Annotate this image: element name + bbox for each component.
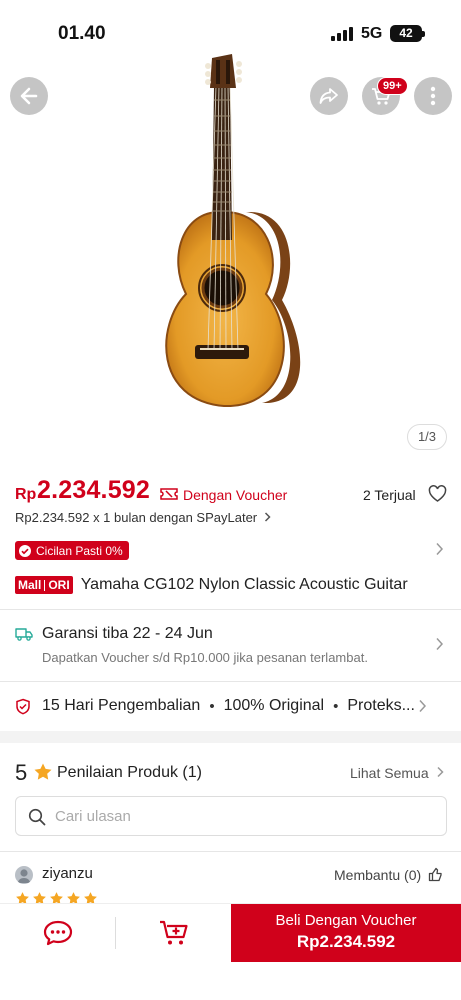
reviews-title-text: Penilaian Produk [57,764,178,781]
guarantee-returns: 15 Hari Pengembalian [42,697,201,714]
divider [0,851,461,852]
chat-icon [43,920,72,946]
reviews-header: 5 Penilaian Produk (1) Lihat Semua [15,760,447,786]
truck-icon [15,628,33,641]
divider [0,681,461,682]
star-icon [34,763,52,780]
guarantee-original: 100% Original [223,697,325,714]
guarantee-protection: Proteks... [347,697,415,714]
divider [0,609,461,610]
mall-ori-badge: Mall ORI [15,576,73,594]
chevron-right-icon[interactable] [435,542,444,556]
guitar-image [165,54,301,408]
add-to-cart-button[interactable] [116,904,231,962]
see-all-link[interactable]: Lihat Semua [350,765,444,781]
mall-label: Mall [18,578,42,592]
bullet-separator: • [209,697,215,715]
spaylater-row[interactable]: Rp2.234.592 x 1 bulan dengan SPayLater [15,510,271,525]
image-counter: 1/3 [407,424,447,450]
product-title-row: Mall ORI Yamaha CG102 Nylon Classic Acou… [15,576,455,594]
buy-with-voucher-button[interactable]: Beli Dengan Voucher Rp2.234.592 [231,904,461,962]
thumbs-up-icon [428,867,442,882]
price-row: Rp 2.234.592 Dengan Voucher 2 Terjual [15,474,447,508]
bottom-action-bar: Beli Dengan Voucher Rp2.234.592 [0,903,461,962]
buy-button-price: Rp2.234.592 [296,932,396,951]
review-item: ziyanzu Membantu (0) [15,864,447,905]
chat-button[interactable] [0,904,115,962]
chevron-right-icon [264,512,271,522]
reviews-count: (1) [182,764,202,781]
cicilan-badge[interactable]: Cicilan Pasti 0% [15,541,129,560]
shipping-row[interactable]: Garansi tiba 22 - 24 Jun Dapatkan Vouche… [15,622,455,672]
buy-button-label: Beli Dengan Voucher [275,912,417,929]
more-vertical-icon [430,86,436,106]
price-currency: Rp [15,486,37,503]
see-all-label: Lihat Semua [350,765,429,781]
user-avatar-icon [17,869,31,883]
bullet-separator: • [333,697,339,715]
badge-separator [44,579,46,591]
heart-icon[interactable] [428,485,447,503]
share-icon [319,88,338,104]
cicilan-label: Cicilan Pasti 0% [36,543,123,558]
reviews-title: Penilaian Produk (1) [57,764,202,782]
voucher-icon [160,488,178,500]
shield-icon [16,698,30,714]
helpful-button[interactable]: Membantu (0) [334,867,443,883]
helpful-label: Membantu (0) [334,867,422,883]
search-icon [28,808,46,826]
back-button[interactable] [10,77,48,115]
sold-count: 2 Terjual [363,487,416,503]
guarantee-row[interactable]: 15 Hari Pengembalian • 100% Original • P… [15,694,455,718]
share-button[interactable] [310,77,348,115]
more-button[interactable] [414,77,452,115]
chevron-right-icon [436,766,444,778]
spaylater-text: Rp2.234.592 x 1 bulan dengan SPayLater [15,510,258,525]
avatar [15,866,33,884]
add-to-cart-icon [159,920,188,945]
rating-value: 5 [15,760,28,785]
arrow-left-icon [20,87,38,105]
reviewer-name: ziyanzu [42,865,93,882]
cart-badge: 99+ [377,77,408,95]
review-search-input[interactable] [55,797,435,835]
chevron-right-icon [436,637,444,651]
price-amount: 2.234.592 [37,476,151,504]
chevron-right-icon [419,699,426,713]
shipping-title: Garansi tiba 22 - 24 Jun [42,625,213,642]
product-title: Yamaha CG102 Nylon Classic Acoustic Guit… [80,576,408,593]
review-search[interactable] [15,796,447,836]
product-image-gallery[interactable]: 99+ 1/3 [0,0,461,460]
ori-label: ORI [48,578,70,592]
shipping-subtitle: Dapatkan Voucher s/d Rp10.000 jika pesan… [42,650,368,665]
check-badge-icon [19,544,31,557]
voucher-label[interactable]: Dengan Voucher [183,487,287,503]
section-gap [0,731,461,743]
